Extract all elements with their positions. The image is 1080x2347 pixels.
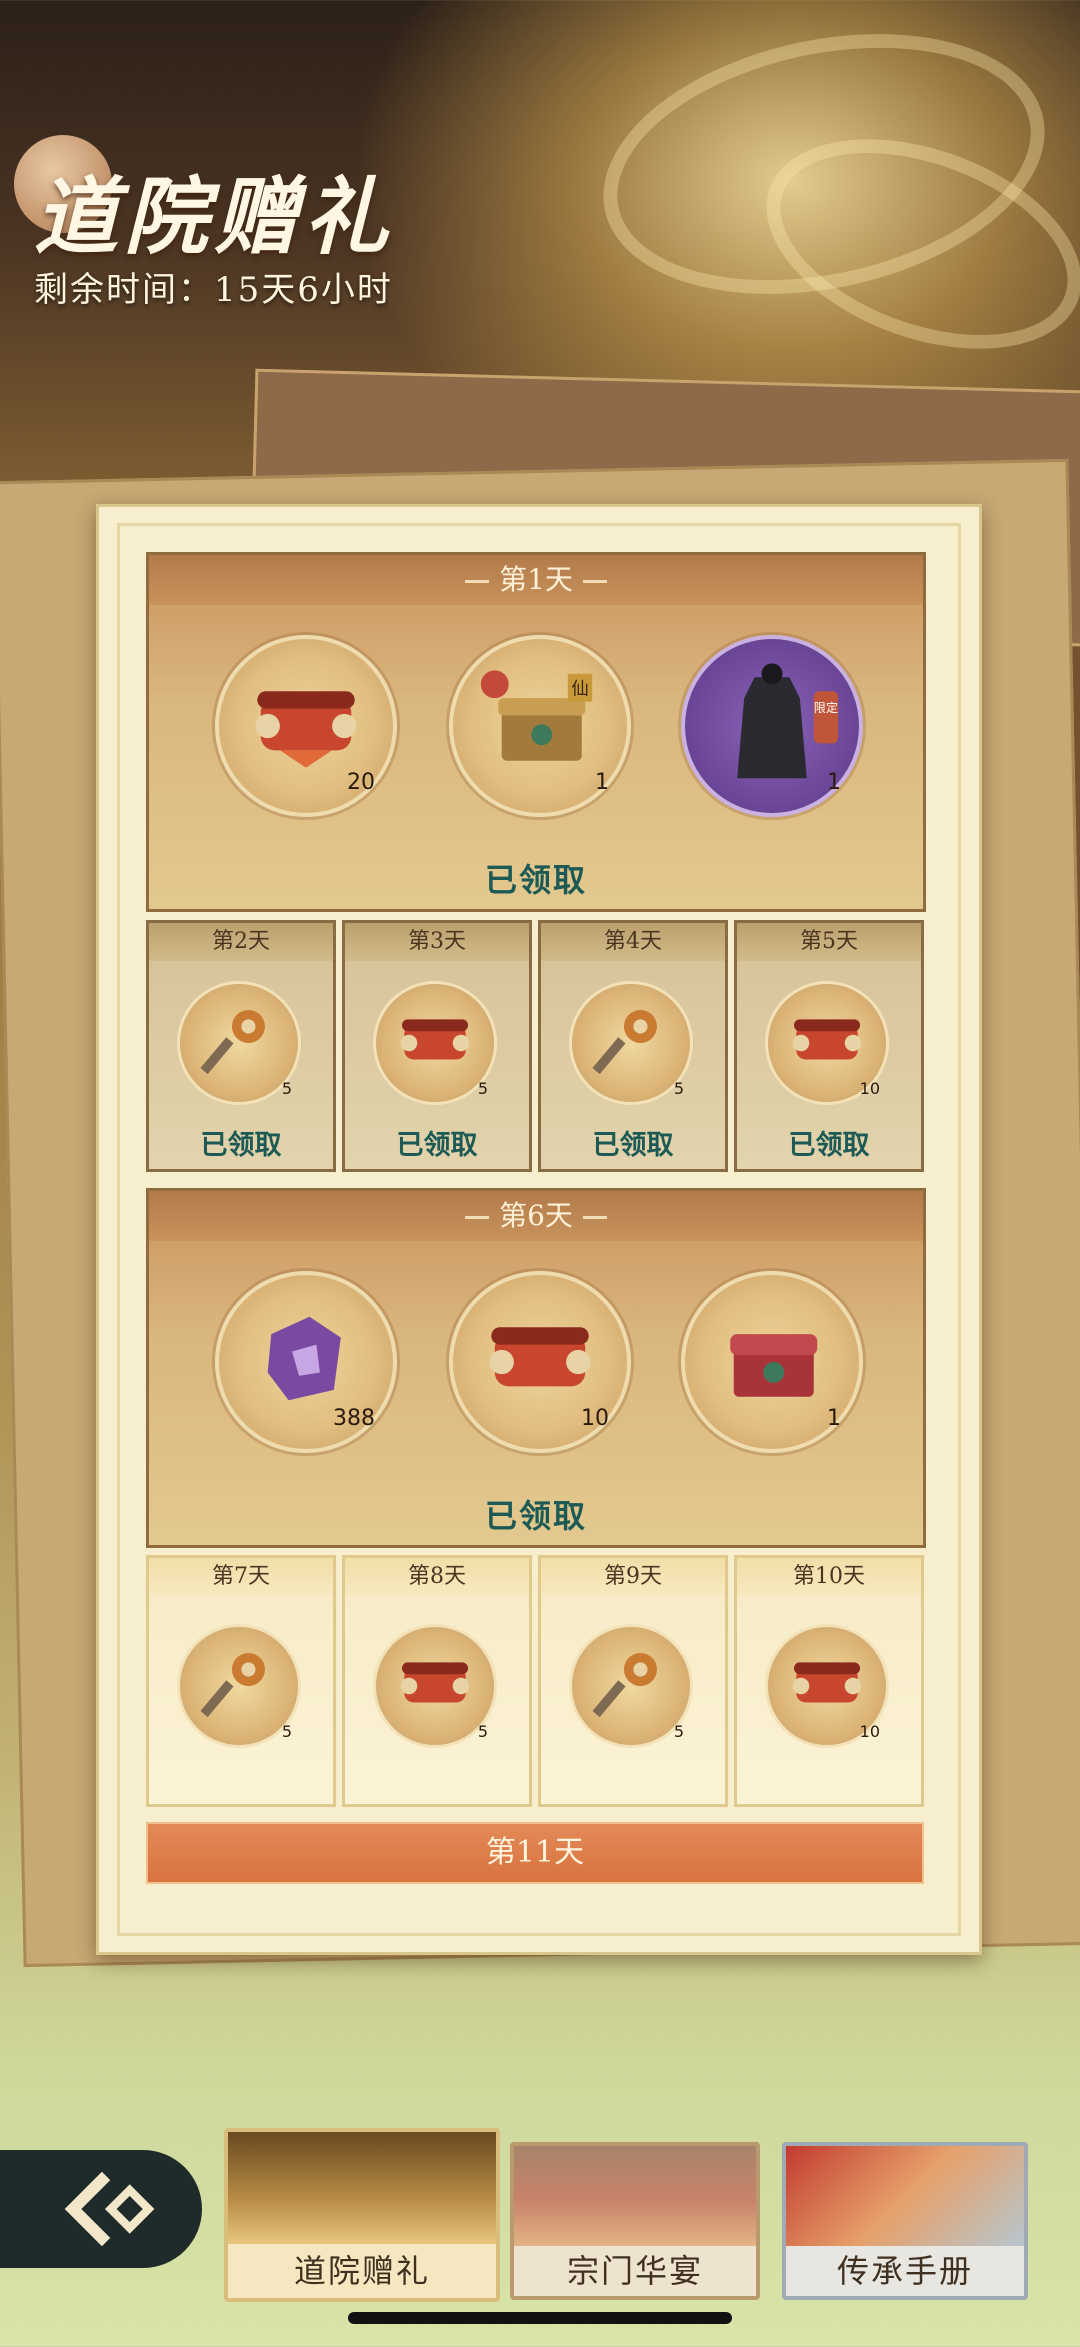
day-label: 第4天: [541, 923, 725, 961]
tab-inheritance-manual[interactable]: 传承手册: [782, 2142, 1028, 2300]
day-card-2[interactable]: 第2天 5 已领取: [146, 920, 336, 1172]
item-quantity: 10: [859, 1722, 880, 1741]
reward-item[interactable]: 20: [215, 635, 397, 817]
svg-text:仙: 仙: [571, 680, 588, 700]
claimed-status: 已领取: [788, 1130, 870, 1161]
reward-item[interactable]: 5: [569, 981, 693, 1105]
tab-daoyuan-gift[interactable]: 道院赠礼: [224, 2128, 500, 2302]
item-quantity: 5: [673, 1722, 684, 1741]
reward-item[interactable]: 1: [681, 1271, 863, 1453]
item-quantity: 1: [827, 1406, 841, 1431]
reward-item[interactable]: 5: [569, 1624, 693, 1748]
reward-item[interactable]: 5: [177, 981, 301, 1105]
scroll-bundle-icon: [400, 1019, 470, 1060]
claimed-status: 已领取: [484, 1497, 587, 1535]
day-label: 第7天: [149, 1558, 333, 1596]
claimed-status: 已领取: [484, 861, 587, 899]
back-button[interactable]: [0, 2150, 202, 2268]
day-label: 第5天: [737, 923, 921, 961]
reward-item[interactable]: 388: [215, 1271, 397, 1453]
reward-item[interactable]: 10: [765, 1624, 889, 1748]
day-card-10[interactable]: 第10天 10: [734, 1555, 924, 1807]
tab-label: 宗门华宴: [566, 2252, 703, 2290]
claimed-status: 已领取: [592, 1130, 674, 1161]
banquet-illustration: [514, 2146, 756, 2246]
scroll-bundle-icon: [400, 1662, 470, 1703]
day-card-7[interactable]: 第7天 5: [146, 1555, 336, 1807]
item-quantity: 1: [595, 770, 609, 795]
back-arrow-icon: [64, 2171, 155, 2247]
reward-item[interactable]: 5: [373, 981, 497, 1105]
manual-illustration: [786, 2146, 1024, 2246]
reward-item[interactable]: 5: [177, 1624, 301, 1748]
item-quantity: 5: [477, 1722, 488, 1741]
day-card-6[interactable]: 第6天 388 10 1 已领取: [146, 1188, 926, 1548]
item-quantity: 388: [333, 1406, 375, 1431]
item-quantity: 10: [581, 1406, 609, 1431]
reward-item[interactable]: 5: [373, 1624, 497, 1748]
day-label: 第10天: [737, 1558, 921, 1596]
home-indicator[interactable]: [348, 2312, 732, 2324]
key-icon: [200, 1652, 265, 1718]
tab-label: 传承手册: [836, 2252, 973, 2290]
item-quantity: 5: [673, 1079, 684, 1098]
day-label: 第8天: [345, 1558, 529, 1596]
day-label: 第11天: [485, 1835, 585, 1870]
item-quantity: 10: [859, 1079, 880, 1098]
reward-item[interactable]: 10: [765, 981, 889, 1105]
claimed-status: 已领取: [200, 1130, 282, 1161]
item-quantity: 1: [827, 770, 841, 795]
key-icon: [592, 1652, 657, 1718]
day-label: 第6天: [499, 1199, 573, 1232]
item-quantity: 5: [477, 1079, 488, 1098]
day-card-11[interactable]: 第11天: [146, 1822, 924, 1884]
day-card-3[interactable]: 第3天 5 已领取: [342, 920, 532, 1172]
reward-item[interactable]: 10: [449, 1271, 631, 1453]
temple-illustration: [228, 2132, 496, 2244]
key-icon: [592, 1009, 657, 1075]
svg-text:限定: 限定: [814, 700, 838, 715]
day-label: 第2天: [149, 923, 333, 961]
day-card-5[interactable]: 第5天 10 已领取: [734, 920, 924, 1172]
day-card-9[interactable]: 第9天 5: [538, 1555, 728, 1807]
item-quantity: 5: [281, 1722, 292, 1741]
remaining-time: 剩余时间：15天6小时: [34, 270, 393, 310]
day-label: 第3天: [345, 923, 529, 961]
item-quantity: 5: [281, 1079, 292, 1098]
page-title: 道院赠礼: [34, 167, 395, 266]
claimed-status: 已领取: [396, 1130, 478, 1161]
key-icon: [200, 1009, 265, 1075]
reward-item[interactable]: 仙 1: [449, 635, 631, 817]
day-label: 第1天: [499, 563, 573, 596]
day-label: 第9天: [541, 1558, 725, 1596]
item-quantity: 20: [347, 770, 375, 795]
tab-label: 道院赠礼: [293, 2252, 430, 2290]
tab-sect-banquet[interactable]: 宗门华宴: [510, 2142, 760, 2300]
day-card-8[interactable]: 第8天 5: [342, 1555, 532, 1807]
reward-item[interactable]: 限定 1: [681, 635, 863, 817]
day-card-4[interactable]: 第4天 5 已领取: [538, 920, 728, 1172]
day-card-1[interactable]: 第1天 20 仙 1 限定 1 已领取: [146, 552, 926, 912]
